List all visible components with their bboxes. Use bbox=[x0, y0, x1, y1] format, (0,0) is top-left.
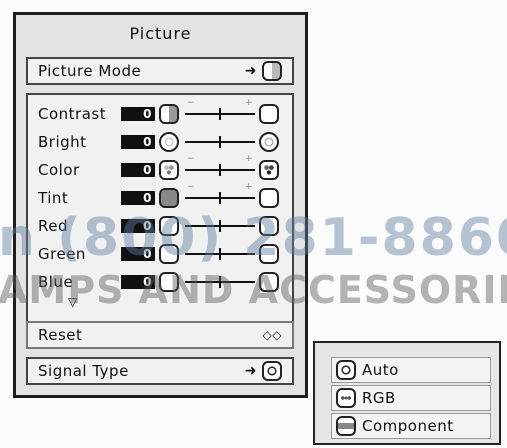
picture-mode-icon bbox=[262, 61, 282, 81]
watermark-company: AMPS AND ACCESSORIES bbox=[0, 268, 507, 312]
adjust-label: Color bbox=[38, 161, 80, 179]
adjust-label: Bright bbox=[38, 133, 87, 151]
reset-label: Reset bbox=[38, 326, 83, 344]
watermark-phone: n (800) 281-8860 bbox=[0, 208, 507, 268]
arrow-right-icon: ➜ bbox=[244, 63, 257, 79]
picture-menu: Picture Picture Mode ➜ Contrast 0 − + Br… bbox=[13, 12, 308, 398]
color-icon bbox=[259, 160, 279, 180]
signal-option-component[interactable]: Component bbox=[331, 413, 491, 439]
component-icon bbox=[336, 416, 356, 436]
slider-minus: − bbox=[187, 154, 196, 164]
signal-type-popup: Auto RGB Component bbox=[313, 341, 501, 445]
adjust-value: 0 bbox=[121, 135, 155, 149]
adjust-label: Contrast bbox=[38, 105, 107, 123]
picture-mode-label: Picture Mode bbox=[38, 62, 142, 80]
option-label: RGB bbox=[362, 389, 396, 407]
adjust-value: 0 bbox=[121, 163, 155, 177]
arrow-right-icon: ➜ bbox=[244, 363, 257, 379]
auto-signal-icon bbox=[336, 360, 356, 380]
color-slider[interactable]: − + bbox=[185, 154, 255, 180]
auto-signal-icon bbox=[262, 361, 282, 381]
contrast-icon bbox=[259, 104, 279, 124]
slider-center-mark bbox=[219, 192, 221, 204]
adjust-label: Tint bbox=[38, 189, 69, 207]
adjust-value: 0 bbox=[121, 107, 155, 121]
contrast-icon bbox=[159, 104, 179, 124]
contrast-slider[interactable]: − + bbox=[185, 98, 255, 124]
slider-center-mark bbox=[219, 136, 221, 148]
slider-plus: + bbox=[244, 182, 253, 192]
adjust-value: 0 bbox=[121, 191, 155, 205]
tint-icon bbox=[259, 188, 279, 208]
color-icon bbox=[159, 160, 179, 180]
slider-center-mark bbox=[219, 108, 221, 120]
slider-plus: + bbox=[244, 98, 253, 108]
signal-option-auto[interactable]: Auto bbox=[331, 357, 491, 383]
reset-icon: ◇◇ bbox=[262, 328, 282, 342]
reset-row[interactable]: Reset ◇◇ bbox=[26, 321, 294, 349]
signal-option-rgb[interactable]: RGB bbox=[331, 385, 491, 411]
signal-type-label: Signal Type bbox=[38, 362, 129, 380]
rgb-icon bbox=[336, 388, 356, 408]
picture-mode-row[interactable]: Picture Mode ➜ bbox=[26, 57, 294, 85]
slider-plus: + bbox=[244, 154, 253, 164]
slider-center-mark bbox=[219, 164, 221, 176]
adjust-row-color[interactable]: Color 0 − + bbox=[38, 154, 279, 183]
adjust-row-contrast[interactable]: Contrast 0 − + bbox=[38, 98, 279, 127]
signal-type-row[interactable]: Signal Type ➜ bbox=[26, 357, 294, 385]
option-label: Auto bbox=[362, 361, 399, 379]
brightness-icon bbox=[159, 132, 179, 152]
slider-minus: − bbox=[187, 182, 196, 192]
brightness-icon bbox=[259, 132, 279, 152]
menu-title: Picture bbox=[129, 23, 192, 43]
adjust-row-bright[interactable]: Bright 0 bbox=[38, 129, 279, 155]
slider-minus: − bbox=[187, 98, 196, 108]
tint-icon bbox=[159, 188, 179, 208]
option-label: Component bbox=[362, 417, 454, 435]
tint-slider[interactable]: − + bbox=[185, 182, 255, 208]
bright-slider[interactable] bbox=[185, 132, 255, 152]
